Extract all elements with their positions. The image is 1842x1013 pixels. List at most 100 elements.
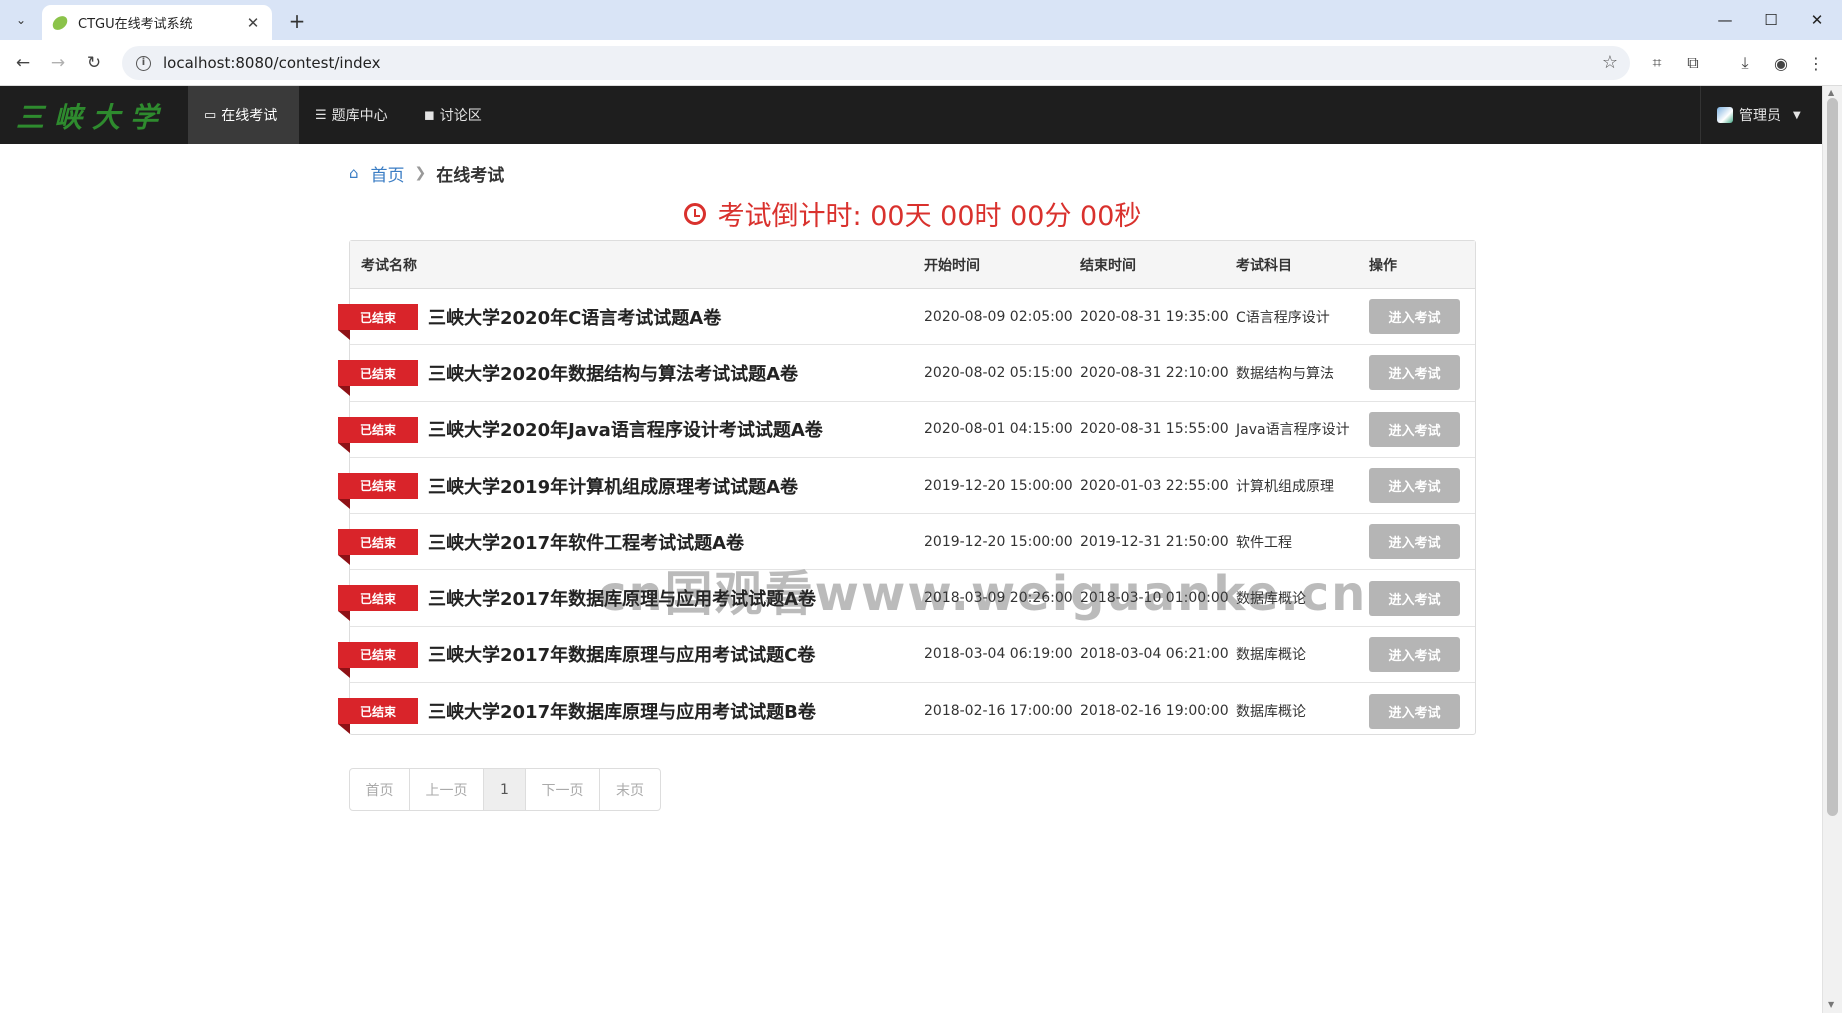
forward-arrow-icon[interactable]: →	[44, 49, 72, 77]
enter-exam-button[interactable]: 进入考试	[1369, 693, 1460, 729]
page-last[interactable]: 末页	[600, 769, 660, 810]
exam-name: 三峡大学2017年数据库原理与应用考试试题A卷	[428, 589, 817, 611]
table-row: 已结束 三峡大学2020年数据结构与算法考试试题A卷 2020-08-02 05:1…	[338, 345, 1475, 402]
clock-icon	[683, 202, 706, 225]
status-badge: 已结束	[338, 698, 418, 735]
enter-exam-button[interactable]: 进入考试	[1369, 468, 1460, 504]
table-row: 已结束 三峡大学2017年软件工程考试试题A卷 2019-12-20 15:00:0…	[338, 514, 1475, 571]
page-prev[interactable]: 上一页	[410, 769, 484, 810]
page-current[interactable]: 1	[484, 769, 526, 810]
header-operation: 操作	[1369, 257, 1397, 274]
minimize-button[interactable]: —	[1702, 6, 1748, 34]
exam-end-time: 2020-08-31 22:10:00	[1080, 364, 1229, 381]
exam-name: 三峡大学2017年数据库原理与应用考试试题B卷	[428, 702, 816, 724]
status-badge: 已结束	[338, 360, 418, 397]
download-icon[interactable]: ⤓	[1733, 51, 1757, 75]
avatar	[1717, 107, 1733, 123]
back-arrow-icon[interactable]: ←	[9, 49, 37, 77]
exam-table: 考试名称 开始时间 结束时间 考试科目 操作 已结束 三峡大学2020年C语言考试…	[338, 240, 1476, 735]
new-tab-button[interactable]: +	[284, 8, 310, 34]
status-badge: 已结束	[338, 304, 418, 340]
crop-screenshot-icon[interactable]: ⌗	[1645, 51, 1669, 75]
exam-end-time: 2020-01-03 22:55:00	[1080, 477, 1229, 494]
exam-subject: C语言程序设计	[1236, 309, 1330, 326]
nav-online-exam-label: 在线考试	[221, 108, 278, 124]
exam-start-time: 2018-03-04 06:19:00	[924, 646, 1073, 663]
exam-subject: 数据库概论	[1236, 704, 1306, 721]
page-next[interactable]: 下一页	[526, 769, 600, 810]
enter-exam-button[interactable]: 进入考试	[1369, 580, 1460, 616]
exam-start-time: 2019-12-20 15:00:00	[924, 477, 1073, 494]
browser-tabstrip: ⌄ CTGU在线考试系统 ✕ + — ☐ ✕	[0, 0, 1842, 40]
user-dropdown[interactable]: 管理员 ▼	[1700, 86, 1822, 144]
enter-exam-button[interactable]: 进入考试	[1369, 524, 1460, 560]
chevron-right-icon: ❯	[414, 165, 427, 181]
exam-start-time: 2020-08-09 02:05:00	[924, 308, 1073, 325]
exam-name: 三峡大学2017年软件工程考试试题A卷	[428, 532, 745, 554]
exam-start-time: 2018-02-16 17:00:00	[924, 703, 1073, 720]
reload-icon[interactable]: ↻	[80, 49, 108, 77]
list-icon: ☰	[315, 107, 327, 123]
comment-icon: ◼	[424, 107, 435, 123]
bookmark-star-icon[interactable]: ☆	[1602, 52, 1618, 73]
site-info-icon[interactable]: i	[136, 55, 151, 71]
exam-start-time: 2020-08-02 05:15:00	[924, 364, 1073, 381]
page-first[interactable]: 首页	[350, 769, 410, 810]
status-badge: 已结束	[338, 529, 418, 566]
exam-countdown: 考试倒计时: 00天 00时 00分 00秒	[349, 194, 1476, 233]
page-scrollbar[interactable]: ▲ ▼	[1822, 86, 1842, 1013]
url-text[interactable]: localhost:8080/contest/index	[163, 54, 380, 72]
maximize-button[interactable]: ☐	[1748, 6, 1794, 34]
nav-online-exam[interactable]: ▭ 在线考试	[188, 86, 299, 144]
exam-subject: Java语言程序设计	[1236, 422, 1350, 439]
status-badge: 已结束	[338, 416, 418, 453]
pagination: 首页 上一页 1 下一页 末页	[349, 768, 661, 811]
table-body: 已结束 三峡大学2020年C语言考试试题A卷 2020-08-09 02:05:00…	[338, 289, 1475, 739]
status-badge: 已结束	[338, 585, 418, 622]
browser-tab[interactable]: CTGU在线考试系统 ✕	[42, 5, 272, 40]
scroll-down-arrow-icon[interactable]: ▼	[1828, 1000, 1834, 1009]
user-name: 管理员	[1739, 108, 1781, 124]
countdown-text: 考试倒计时: 00天 00时 00分 00秒	[717, 201, 1142, 232]
nav-discussion[interactable]: ◼ 讨论区	[408, 86, 504, 144]
exam-subject: 数据库概论	[1236, 647, 1306, 664]
extensions-icon[interactable]: ⧉	[1681, 51, 1705, 75]
tab-search-chevron-icon[interactable]: ⌄	[8, 8, 34, 32]
table-row: 已结束 三峡大学2020年Java语言程序设计考试试题A卷 2020-08-01 0…	[338, 402, 1475, 458]
enter-exam-button[interactable]: 进入考试	[1369, 299, 1460, 335]
table-row: 已结束 三峡大学2017年数据库原理与应用考试试题C卷 2018-03-04 06:…	[338, 627, 1475, 684]
enter-exam-button[interactable]: 进入考试	[1369, 355, 1460, 391]
caret-down-icon: ▼	[1793, 109, 1801, 121]
exam-name: 三峡大学2020年C语言考试试题A卷	[428, 307, 722, 329]
table-row: 已结束 三峡大学2017年数据库原理与应用考试试题A卷 2018-03-09 20:…	[338, 570, 1475, 627]
status-badge: 已结束	[338, 641, 418, 678]
exam-name: 三峡大学2017年数据库原理与应用考试试题C卷	[428, 645, 816, 667]
exam-start-time: 2019-12-20 15:00:00	[924, 533, 1073, 550]
table-row: 已结束 三峡大学2019年计算机组成原理考试试题A卷 2019-12-20 15:0…	[338, 458, 1475, 515]
more-menu-icon[interactable]: ⋮	[1804, 51, 1828, 75]
breadcrumb-home-link[interactable]: 首页	[371, 161, 405, 186]
home-icon: ⌂	[349, 164, 359, 182]
tab-title: CTGU在线考试系统	[78, 17, 193, 32]
tab-close-icon[interactable]: ✕	[244, 14, 262, 32]
address-bar[interactable]: i localhost:8080/contest/index ☆	[122, 46, 1630, 80]
exam-subject: 数据结构与算法	[1236, 365, 1334, 382]
header-end-time: 结束时间	[1080, 257, 1136, 274]
exam-end-time: 2020-08-31 15:55:00	[1080, 421, 1229, 438]
leaf-favicon-icon	[50, 13, 70, 32]
enter-exam-button[interactable]: 进入考试	[1369, 411, 1460, 447]
scroll-up-arrow-icon[interactable]: ▲	[1828, 88, 1834, 97]
profile-icon[interactable]: ◉	[1769, 51, 1793, 75]
exam-end-time: 2018-02-16 19:00:00	[1080, 703, 1229, 720]
university-logo[interactable]: 三峡大学	[16, 96, 168, 136]
exam-end-time: 2019-12-31 21:50:00	[1080, 533, 1229, 550]
exam-end-time: 2018-03-10 01:00:00	[1080, 590, 1229, 607]
exam-start-time: 2018-03-09 20:26:00	[924, 590, 1073, 607]
nav-discussion-label: 讨论区	[439, 108, 482, 124]
nav-question-bank[interactable]: ☰ 题库中心	[299, 86, 408, 144]
exam-subject: 计算机组成原理	[1236, 478, 1334, 495]
exam-end-time: 2020-08-31 19:35:00	[1080, 308, 1229, 325]
scroll-thumb[interactable]	[1827, 98, 1838, 816]
enter-exam-button[interactable]: 进入考试	[1369, 636, 1460, 672]
close-window-button[interactable]: ✕	[1794, 6, 1840, 34]
